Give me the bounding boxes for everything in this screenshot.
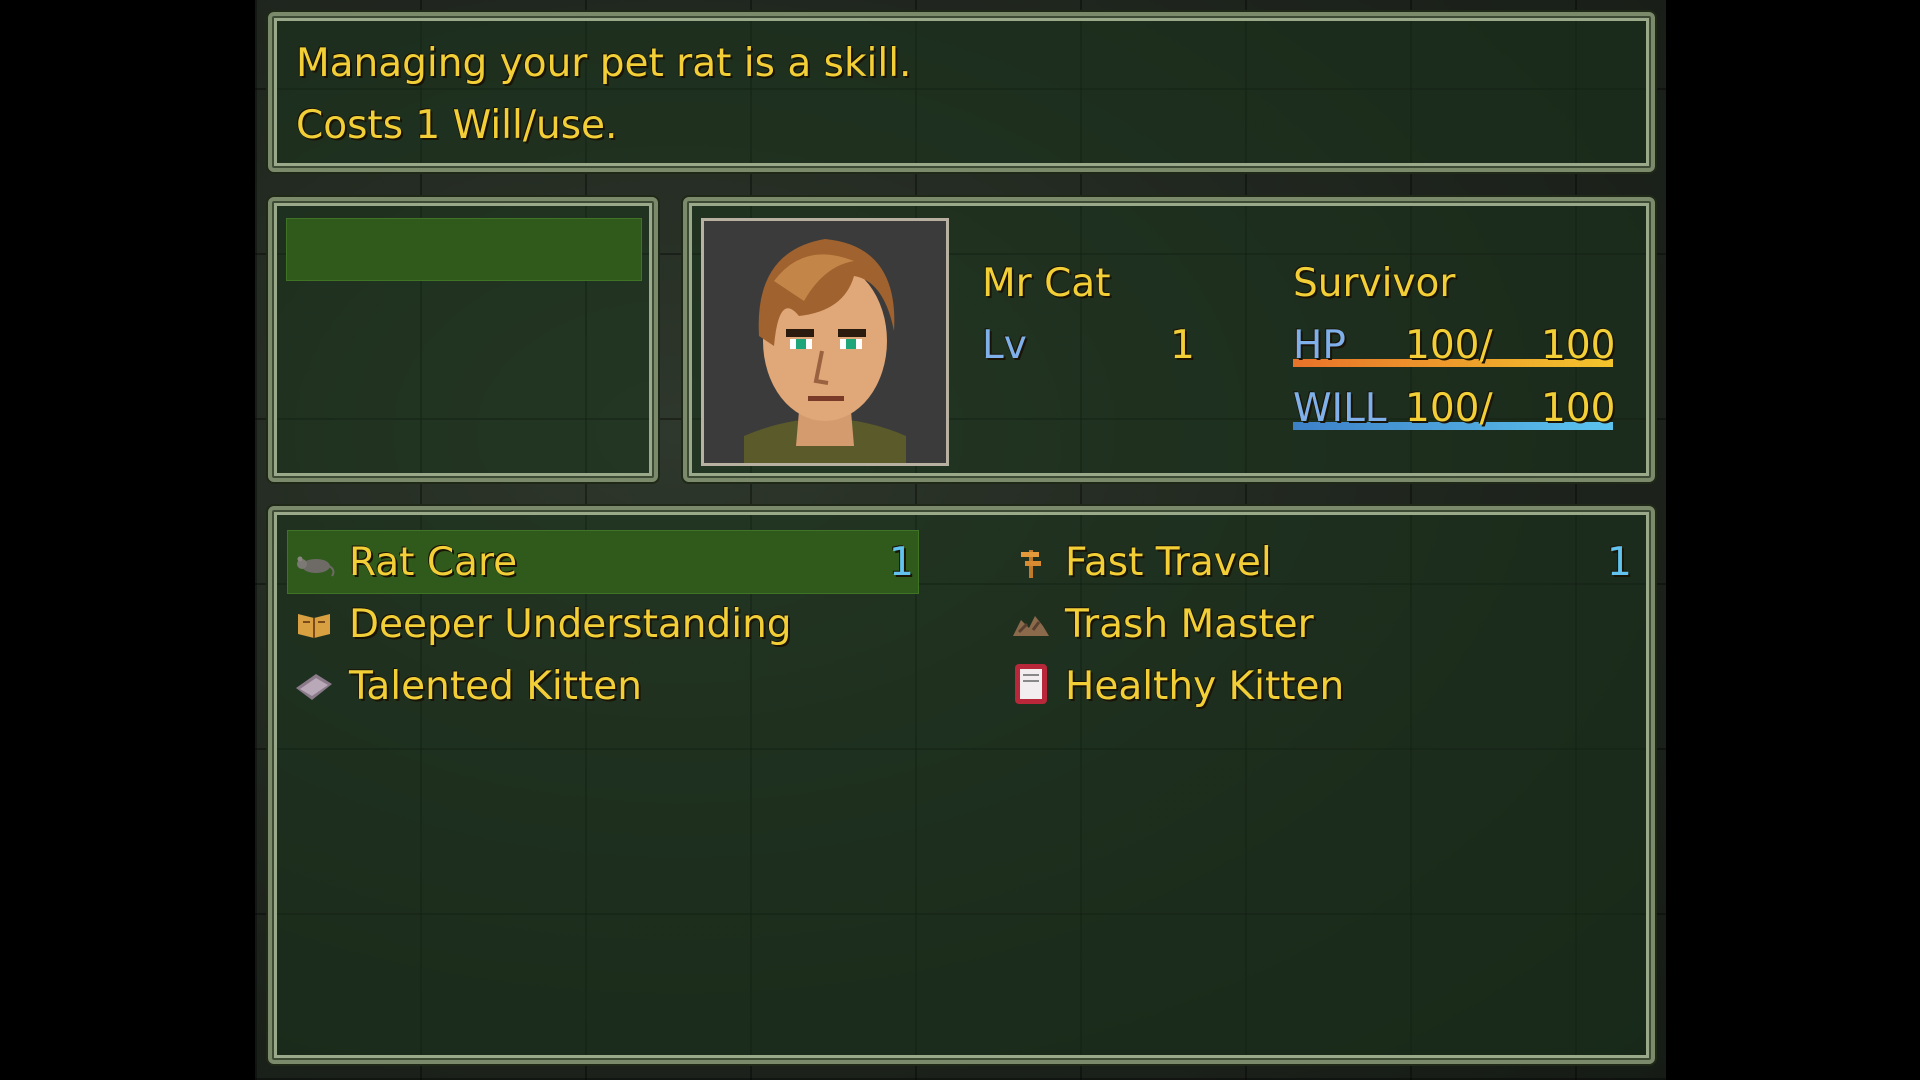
hp-label: HP — [1293, 323, 1346, 368]
will-max: 100 — [1541, 386, 1616, 431]
rat-icon — [290, 538, 338, 586]
will-label: WILL — [1293, 386, 1387, 431]
trash-pile-icon — [1007, 600, 1055, 648]
actor-face-portrait — [701, 218, 949, 466]
skill-name: Deeper Understanding — [349, 602, 792, 647]
portrait-icon — [704, 221, 946, 463]
help-window — [268, 12, 1655, 172]
skill-name: Trash Master — [1065, 602, 1314, 647]
book-icon — [290, 662, 338, 710]
skill-name: Talented Kitten — [349, 664, 642, 709]
skill-cost: 1 — [889, 540, 914, 585]
help-text-line-1: Managing your pet rat is a skill. — [296, 41, 912, 86]
actor-name: Mr Cat — [982, 261, 1111, 306]
paper-card-icon — [1007, 660, 1055, 708]
will-current: 100/ — [1405, 386, 1493, 431]
level-value: 1 — [1170, 323, 1195, 368]
actor-class: Survivor — [1293, 261, 1456, 306]
skill-name: Rat Care — [349, 540, 518, 585]
skill-cost: 1 — [1607, 540, 1632, 585]
hp-max: 100 — [1541, 323, 1616, 368]
signpost-icon — [1007, 538, 1055, 586]
skill-name: Fast Travel — [1065, 540, 1272, 585]
skill-type-cursor[interactable] — [286, 218, 642, 281]
open-book-icon — [290, 600, 338, 648]
help-text-line-2: Costs 1 Will/use. — [296, 103, 618, 148]
skill-name: Healthy Kitten — [1065, 664, 1345, 709]
level-label: Lv — [982, 323, 1027, 368]
hp-current: 100/ — [1405, 323, 1493, 368]
